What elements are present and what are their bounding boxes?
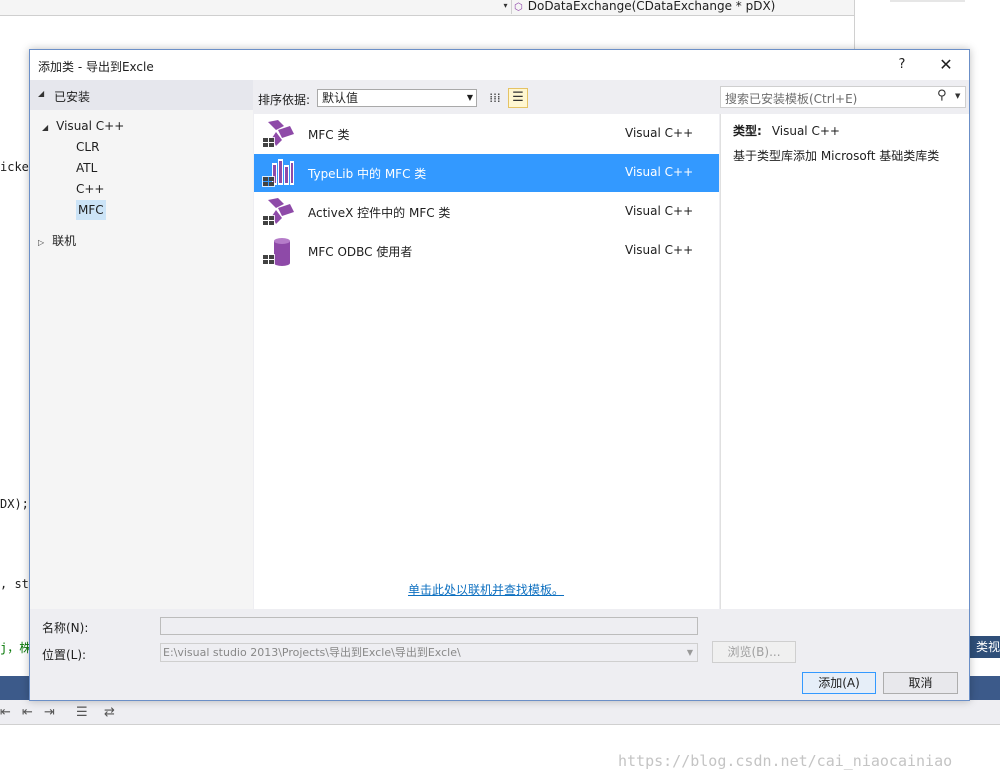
expand-arrow-icon[interactable]: ▷ (38, 238, 44, 247)
tree-item-label: CLR (76, 140, 100, 154)
tree-item-mfc[interactable]: MFC (76, 200, 106, 220)
tree-item-label: MFC (78, 203, 104, 217)
template-type: Visual C++ (625, 204, 694, 218)
ide-function-label: DoDataExchange(CDataExchange * pDX) (527, 0, 776, 13)
sort-label: 排序依据: (258, 93, 311, 107)
location-label: 位置(L): (42, 648, 87, 662)
ide-right-tab (890, 0, 965, 2)
template-row[interactable]: ActiveX 控件中的 MFC 类 Visual C++ (254, 193, 719, 231)
ide-toolbar: ⇤ ⇤ ⇥ ☰ ⇄ (0, 700, 1000, 725)
ide-function-combo[interactable]: ⬡ DoDataExchange(CDataExchange * pDX) (514, 0, 775, 14)
browse-button[interactable]: 浏览(B)... (712, 641, 796, 663)
dialog-titlebar: 添加类 - 导出到Excle ? ✕ (30, 50, 969, 80)
search-input[interactable]: 搜索已安装模板(Ctrl+E) ⚲ ▼ (720, 86, 966, 108)
details-type-value: Visual C++ (771, 124, 840, 138)
add-class-dialog: 添加类 - 导出到Excle ? ✕ ◢ 已安装 ◢ Visual C++ CLR A… (29, 49, 970, 701)
grid-view-icon[interactable]: ⁞⁞⁞ (486, 89, 504, 107)
activex-template-icon (262, 196, 296, 228)
format-icon[interactable]: ☰ (76, 705, 88, 720)
cancel-button[interactable]: 取消 (883, 672, 958, 694)
tree-item-clr[interactable]: CLR (76, 137, 99, 157)
indent-icon[interactable]: ⇤ (0, 705, 11, 720)
details-type-label: 类型: (733, 124, 762, 138)
expand-arrow-icon: ◢ (38, 89, 45, 98)
search-placeholder: 搜索已安装模板(Ctrl+E) (725, 92, 858, 106)
template-row[interactable]: MFC ODBC 使用者 Visual C++ (254, 232, 719, 270)
template-name: ActiveX 控件中的 MFC 类 (308, 206, 451, 220)
ide-combo-dropdown-icon[interactable]: ▾ (500, 0, 512, 14)
location-value: E:\visual studio 2013\Projects\导出到Excle\… (163, 646, 461, 659)
tree-item-label: Visual C++ (56, 119, 125, 133)
tree-item-atl[interactable]: ATL (76, 158, 97, 178)
code-fragment: DX); (0, 497, 29, 511)
details-type: 类型: Visual C++ (733, 122, 840, 139)
name-field[interactable] (160, 617, 698, 635)
search-dropdown-icon[interactable]: ▼ (955, 92, 960, 100)
tree-item-[interactable]: ▷ 联机 (38, 231, 76, 251)
code-fragment: , st (0, 577, 29, 591)
tree-item-visual-c[interactable]: ◢ Visual C++ (42, 116, 124, 136)
name-label: 名称(N): (42, 621, 89, 635)
tree-item-label: C++ (76, 182, 105, 196)
ide-navigation-bar: ▾ ⬡ DoDataExchange(CDataExchange * pDX) (0, 0, 854, 16)
template-name: MFC ODBC 使用者 (308, 245, 413, 259)
expand-arrow-icon[interactable]: ◢ (42, 123, 48, 132)
details-description: 基于类型库添加 Microsoft 基础类库类 (733, 149, 940, 163)
online-templates-link[interactable]: 单击此处以联机并查找模板。 (408, 581, 564, 598)
sort-select[interactable]: 默认值 ▼ (317, 89, 477, 107)
tree-item-label: ATL (76, 161, 98, 175)
sort-toolbar: 排序依据: 默认值 ▼ ⁞⁞⁞ ☰ (254, 80, 719, 114)
template-type: Visual C++ (625, 126, 694, 140)
align-right-icon[interactable]: ⇥ (44, 705, 55, 720)
tree-header-installed[interactable]: ◢ 已安装 (30, 80, 253, 110)
template-details: 类型: Visual C++ 基于类型库添加 Microsoft 基础类库类 (720, 114, 969, 609)
template-row[interactable]: MFC 类 Visual C++ (254, 115, 719, 153)
template-tree: ◢ 已安装 ◢ Visual C++ CLR ATL C++ MFC ▷ 联机 (30, 80, 253, 609)
dialog-title: 添加类 - 导出到Excle (38, 60, 154, 74)
location-field[interactable]: E:\visual studio 2013\Projects\导出到Excle\… (160, 643, 698, 662)
sync-icon[interactable]: ⇄ (104, 705, 115, 720)
tree-item-label: 联机 (52, 234, 77, 248)
odbc-template-icon (262, 235, 296, 267)
method-icon: ⬡ (514, 2, 523, 13)
search-icon[interactable]: ⚲ (937, 88, 947, 103)
template-name: MFC 类 (308, 128, 350, 142)
help-button[interactable]: ? (892, 55, 912, 75)
sort-value: 默认值 (322, 91, 359, 105)
mfc-template-icon (262, 118, 296, 150)
chevron-down-icon: ▼ (686, 648, 693, 657)
typelib-template-icon (262, 157, 296, 189)
class-view-tab[interactable]: 类视 (970, 636, 1000, 658)
template-row[interactable]: TypeLib 中的 MFC 类 Visual C++ (254, 154, 719, 192)
close-button[interactable]: ✕ (935, 55, 957, 75)
template-list: MFC 类 Visual C++ TypeLib 中的 MFC 类 Visual C+… (254, 114, 719, 609)
template-name: TypeLib 中的 MFC 类 (308, 167, 427, 181)
template-type: Visual C++ (625, 165, 694, 179)
chevron-down-icon: ▼ (466, 93, 473, 102)
template-type: Visual C++ (625, 243, 694, 257)
watermark: https://blog.csdn.net/cai_niaocainiao (618, 752, 953, 770)
tree-item-c[interactable]: C++ (76, 179, 105, 199)
code-fragment: j，株 (0, 641, 32, 655)
tree-header-label: 已安装 (54, 90, 91, 104)
add-button[interactable]: 添加(A) (802, 672, 876, 694)
list-view-icon[interactable]: ☰ (508, 88, 528, 108)
align-left-icon[interactable]: ⇤ (22, 705, 33, 720)
